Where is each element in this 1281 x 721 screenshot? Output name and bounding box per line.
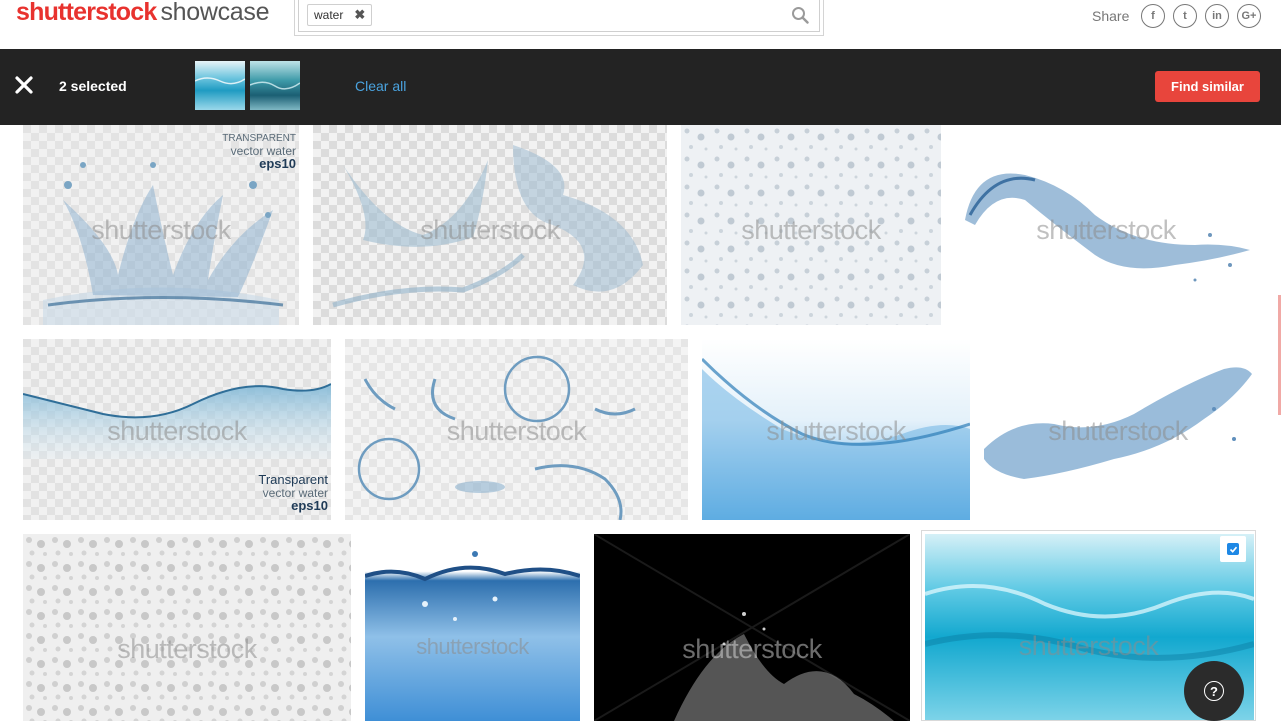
clear-all-link[interactable]: Clear all bbox=[355, 78, 406, 94]
help-icon: ? bbox=[1204, 681, 1224, 701]
find-similar-button[interactable]: Find similar bbox=[1155, 71, 1260, 102]
twitter-icon[interactable]: t bbox=[1173, 4, 1197, 28]
image-tile[interactable]: shutterstock bbox=[955, 125, 1257, 325]
image-tile[interactable]: shutterstock bbox=[702, 339, 970, 520]
watermark: shutterstock bbox=[117, 634, 257, 664]
search-icon[interactable] bbox=[791, 6, 809, 24]
watermark: shutterstock bbox=[420, 215, 560, 245]
help-button[interactable]: ? bbox=[1184, 661, 1244, 721]
checkbox-checked-icon[interactable] bbox=[1220, 536, 1246, 562]
linkedin-icon[interactable]: in bbox=[1205, 4, 1229, 28]
image-tile[interactable]: shutterstock bbox=[594, 534, 910, 721]
close-icon[interactable] bbox=[14, 75, 34, 95]
selected-thumbnail-2[interactable] bbox=[250, 61, 300, 110]
caption-line-1: TRANSPARENT bbox=[222, 133, 296, 144]
watermark: shutterstock bbox=[741, 215, 881, 245]
caption-line-3: eps10 bbox=[259, 156, 296, 172]
water-drops-transparent-image bbox=[23, 534, 351, 721]
share-label: Share bbox=[1092, 8, 1130, 24]
checkmark-icon bbox=[1229, 546, 1237, 553]
watermark: shutterstock bbox=[1018, 631, 1159, 661]
facebook-icon[interactable]: f bbox=[1141, 4, 1165, 28]
watermark: shutterstock bbox=[1036, 215, 1176, 245]
facebook-glyph: f bbox=[1151, 10, 1155, 22]
watermark: shutterstock bbox=[682, 634, 822, 664]
checkbox-mark bbox=[1227, 543, 1239, 555]
underwater-splash-image bbox=[365, 534, 580, 721]
watermark: shutterstock bbox=[416, 634, 529, 659]
tile-caption: TRANSPARENT vector water eps10 bbox=[222, 133, 296, 172]
remove-chip-icon[interactable]: ✖ bbox=[354, 7, 365, 23]
shutterstock-showcase-logo[interactable]: shutterstock showcase bbox=[16, 0, 270, 28]
logo-subtitle: showcase bbox=[160, 0, 270, 26]
image-tile[interactable]: shutterstock bbox=[681, 125, 941, 325]
google-plus-icon[interactable]: G+ bbox=[1237, 4, 1261, 28]
watermark: shutterstock bbox=[1048, 416, 1188, 446]
search-chip: water ✖ bbox=[307, 4, 373, 26]
watermark: shutterstock bbox=[446, 416, 587, 446]
search-chip-label: water bbox=[314, 8, 344, 22]
linkedin-glyph: in bbox=[1212, 10, 1222, 22]
caption-line-3: eps10 bbox=[291, 498, 328, 514]
caption-line-1: Transparent bbox=[258, 472, 328, 487]
watermark: shutterstock bbox=[766, 416, 906, 446]
image-tile[interactable]: shutterstock bbox=[365, 534, 580, 721]
water-splash-black-background-image bbox=[594, 534, 910, 721]
help-glyph: ? bbox=[1210, 683, 1218, 699]
page: shutterstock showcase water ✖ Share f t … bbox=[0, 0, 1281, 721]
logo-brand: shutterstock bbox=[16, 0, 157, 26]
image-tile[interactable]: shutterstock bbox=[345, 339, 688, 520]
image-tile[interactable]: shutterstock bbox=[313, 125, 667, 325]
image-tile[interactable]: shutterstock bbox=[984, 339, 1252, 520]
search-input[interactable]: water ✖ bbox=[298, 0, 820, 32]
watermark: shutterstock bbox=[107, 416, 247, 446]
google-plus-glyph: G+ bbox=[1241, 10, 1257, 22]
selected-thumbnail-1[interactable] bbox=[195, 61, 245, 110]
twitter-glyph: t bbox=[1183, 10, 1187, 22]
watermark: shutterstock bbox=[91, 215, 231, 245]
selected-count: 2 selected bbox=[59, 78, 127, 94]
image-tile[interactable]: shutterstock bbox=[23, 534, 351, 721]
image-tile[interactable]: TRANSPARENT vector water eps10 shutterst… bbox=[23, 125, 299, 325]
search-bar: water ✖ bbox=[294, 0, 824, 36]
top-header: shutterstock showcase water ✖ Share f t … bbox=[0, 0, 1281, 49]
image-tile[interactable]: Transparent vector water eps10 shutterst… bbox=[23, 339, 331, 520]
selection-bar: 2 selected Clear all Find similar bbox=[0, 49, 1281, 125]
tile-caption: Transparent vector water eps10 bbox=[258, 473, 328, 513]
